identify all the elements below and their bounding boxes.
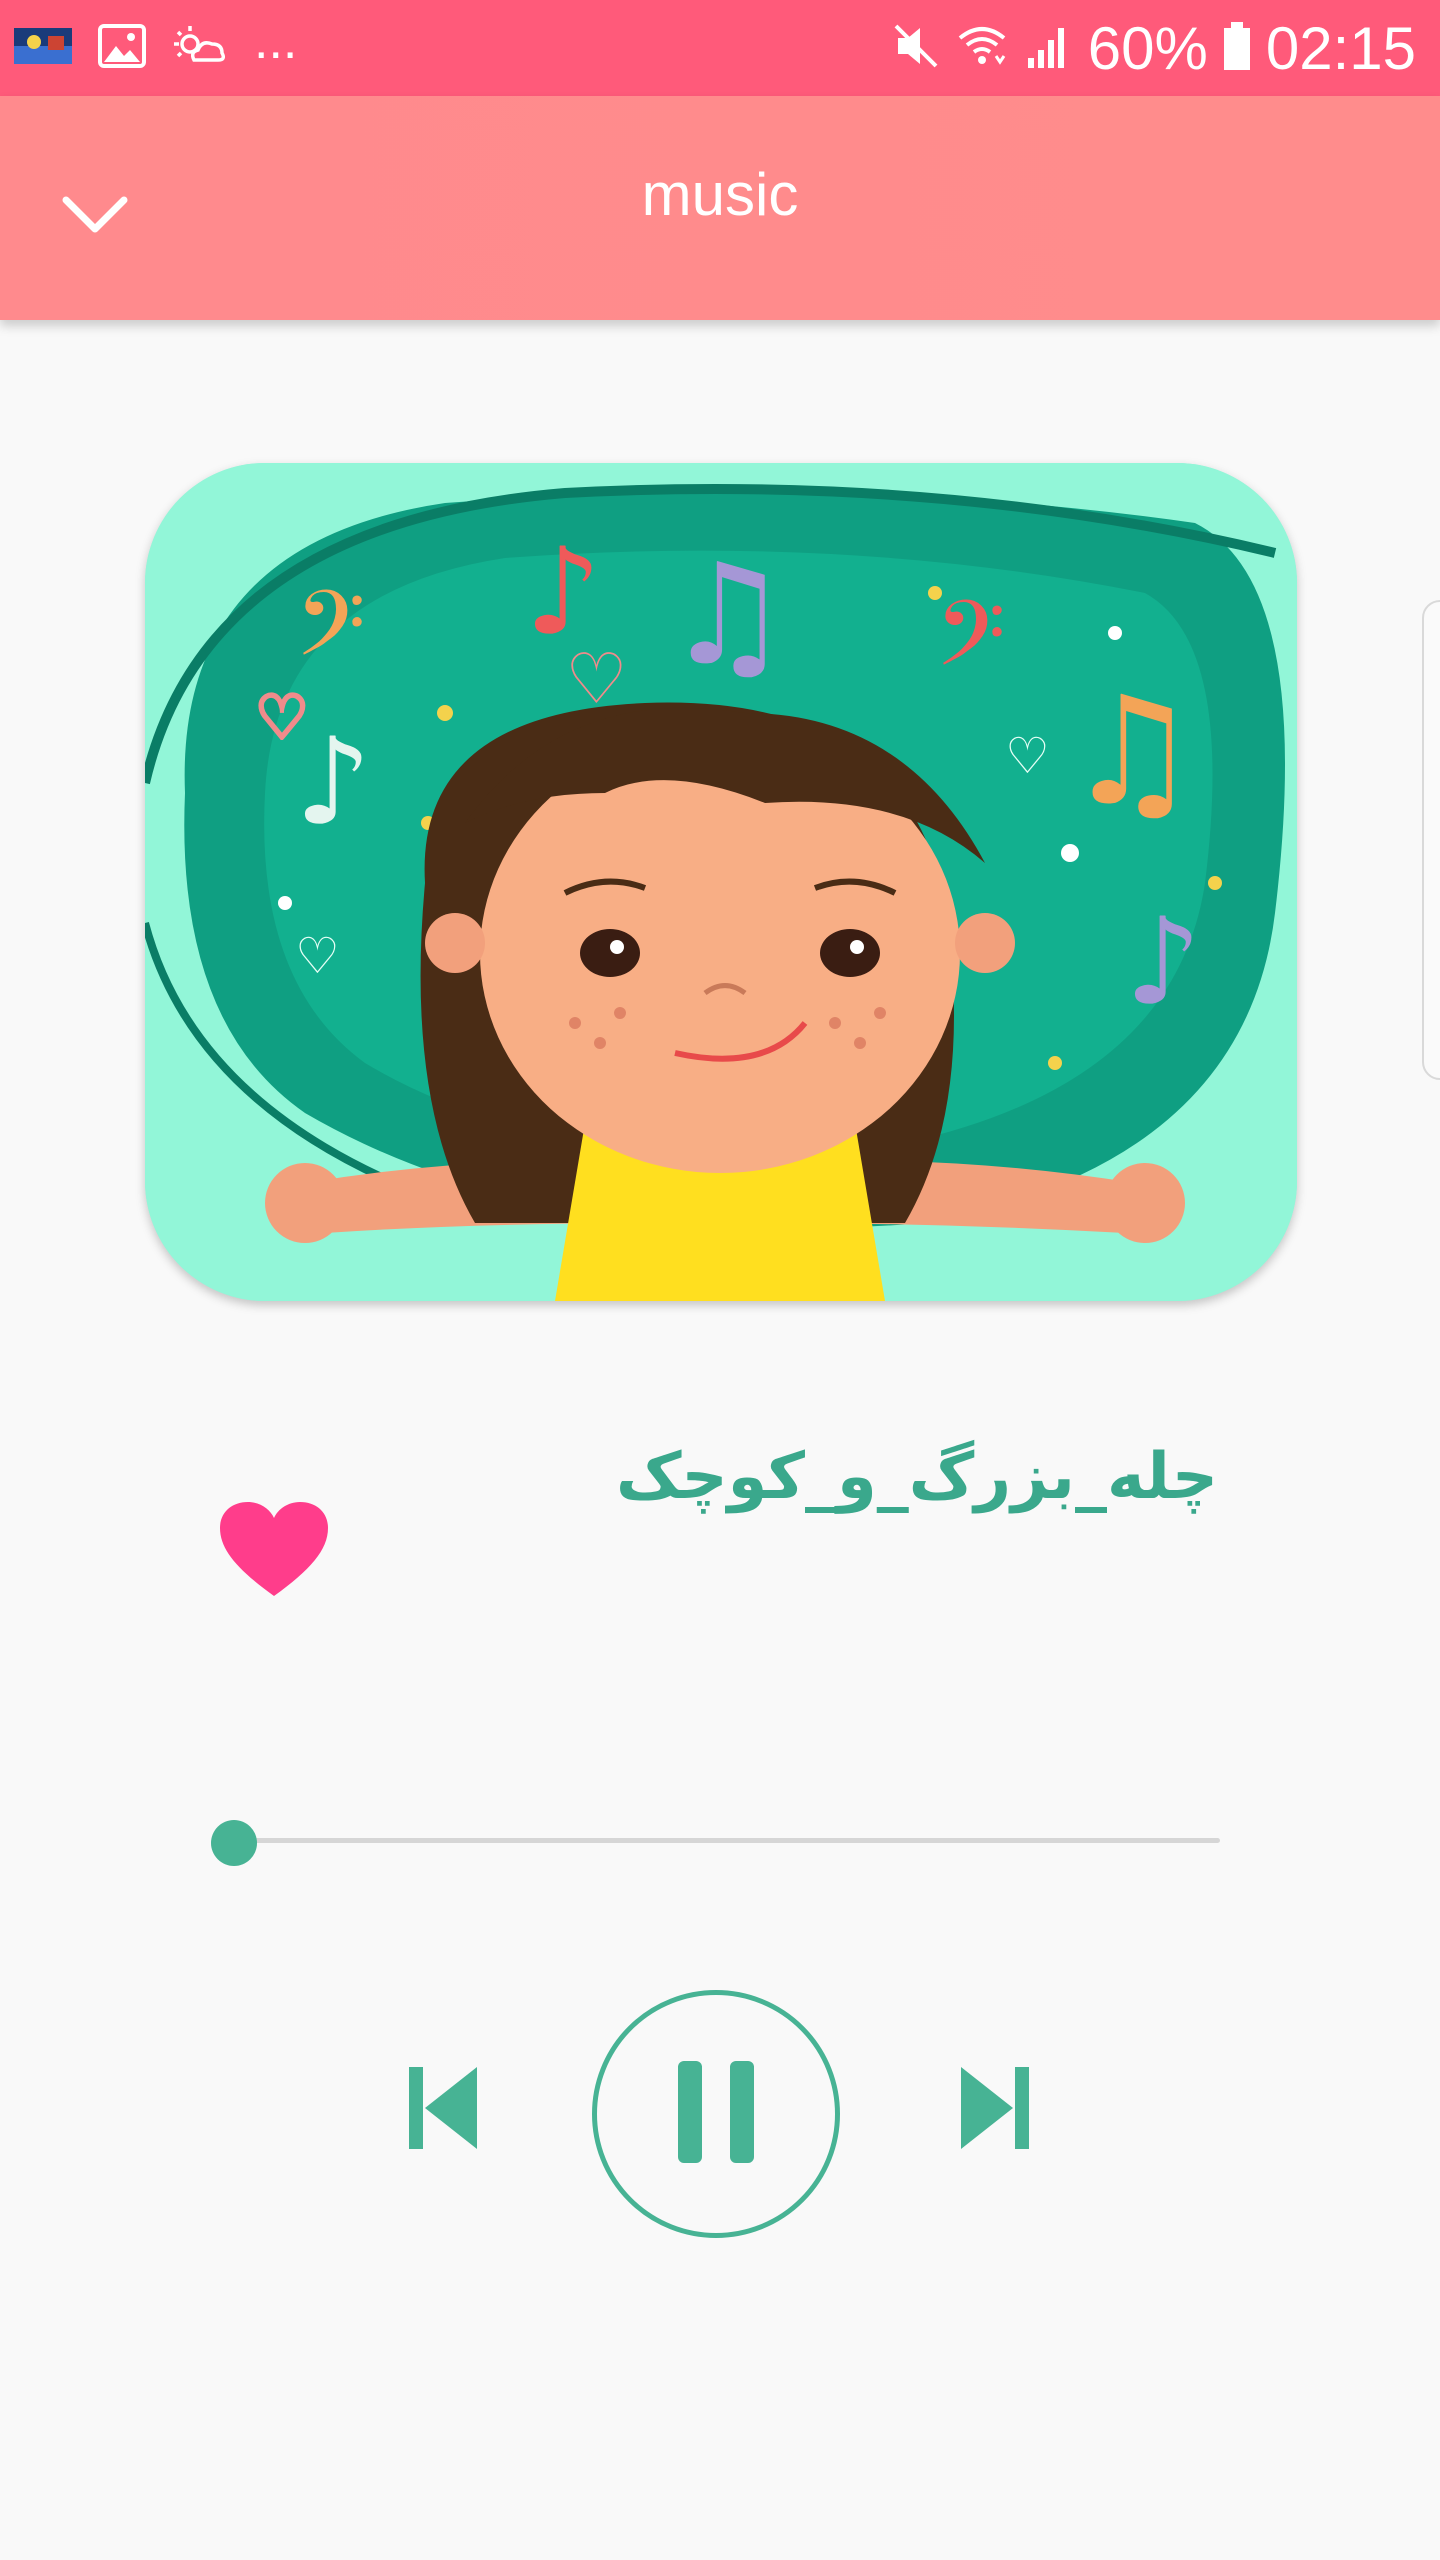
seek-thumb[interactable]: [211, 1820, 257, 1866]
svg-text:♫: ♫: [665, 534, 791, 697]
wifi-icon: [956, 20, 1008, 76]
svg-text:♪: ♪: [1125, 893, 1202, 1032]
skip-next-icon: [959, 2065, 1031, 2155]
pause-icon: [676, 2059, 756, 2169]
status-bar: ... 60% 02:15: [0, 0, 1440, 96]
song-title: چله_بزرگ_و_کوچک: [615, 1440, 1218, 1514]
seek-bar[interactable]: [211, 1820, 1220, 1866]
thumbnail-icon: [14, 28, 72, 68]
skip-previous-icon: [407, 2065, 479, 2155]
like-button[interactable]: [218, 1500, 330, 1600]
svg-text:♡: ♡: [295, 927, 340, 985]
svg-text:𝄢: 𝄢: [295, 571, 366, 699]
svg-text:♡: ♡: [255, 683, 309, 753]
clock: 02:15: [1265, 14, 1416, 82]
weather-icon: [172, 24, 228, 72]
battery-percent: 60%: [1087, 14, 1208, 82]
heart-icon: [218, 1502, 330, 1604]
album-artwork: 𝄢 ♪ ♫ 𝄢 ♫ ♪ ♪ ♡ ♡ ♡ ♡: [145, 463, 1297, 1301]
previous-button[interactable]: [398, 2055, 488, 2165]
page-title: music: [641, 161, 799, 228]
svg-text:♡: ♡: [1005, 727, 1050, 785]
svg-text:𝄢: 𝄢: [935, 581, 1006, 709]
gallery-icon: [98, 24, 146, 72]
seek-track: [220, 1838, 1220, 1843]
next-button[interactable]: [950, 2055, 1040, 2165]
battery-icon: [1222, 20, 1252, 76]
app-bar: music: [0, 96, 1440, 320]
mute-icon: [890, 20, 942, 76]
signal-icon: [1022, 20, 1074, 76]
next-artwork-edge: [1422, 600, 1440, 1080]
overflow-indicator: ...: [254, 12, 298, 70]
pause-button[interactable]: [592, 1990, 840, 2238]
svg-text:♫: ♫: [1065, 665, 1199, 839]
